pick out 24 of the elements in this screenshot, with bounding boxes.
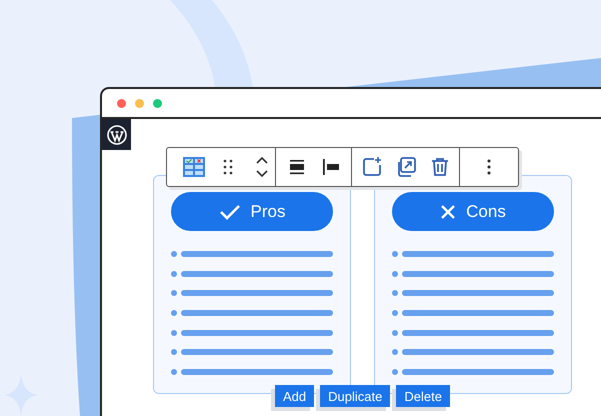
bullet-icon: [171, 290, 177, 296]
bullet-icon: [171, 330, 177, 336]
bullet-icon: [171, 349, 177, 356]
column-heading-button[interactable]: Cons: [392, 192, 554, 231]
bullet-icon: [171, 270, 177, 277]
bullet-icon: [392, 330, 398, 336]
bullet-icon: [392, 251, 398, 257]
add-block-icon[interactable]: [360, 156, 382, 178]
bullet-icon: [392, 270, 398, 277]
bullet-icon: [171, 310, 177, 316]
bullet-icon: [392, 310, 398, 316]
block-action-button[interactable]: Add: [275, 385, 314, 407]
bullet-icon: [171, 251, 177, 257]
block-action-button[interactable]: Delete: [396, 385, 450, 407]
close-icon: [440, 204, 456, 220]
check-icon: [218, 202, 241, 220]
logo-icon[interactable]: [102, 119, 131, 150]
bullet-icon: [392, 349, 398, 356]
bullet-icon: [392, 290, 398, 296]
bullet-icon: [392, 369, 398, 376]
block-action-button[interactable]: Duplicate: [320, 385, 390, 407]
bullet-icon: [171, 369, 177, 376]
column-heading-button[interactable]: Pros: [171, 192, 333, 231]
table-icon[interactable]: [183, 156, 205, 178]
